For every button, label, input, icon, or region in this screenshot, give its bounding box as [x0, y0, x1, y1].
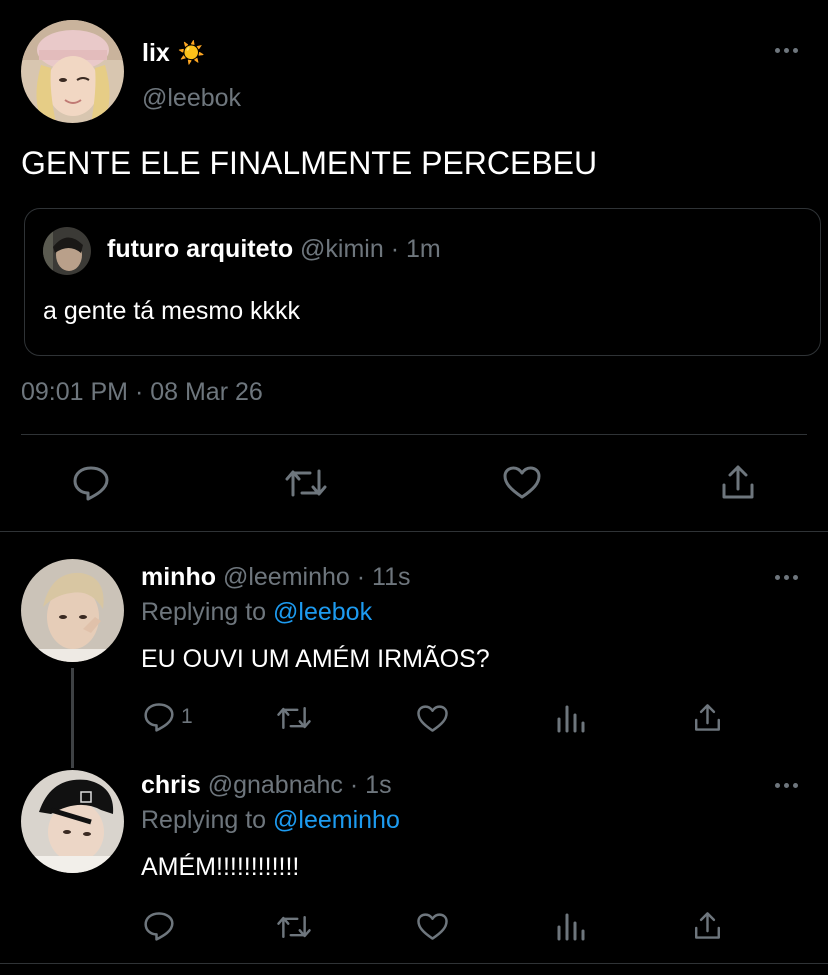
replying-to-handle[interactable]: @leeminho	[273, 806, 400, 834]
reply-icon[interactable]	[143, 702, 175, 732]
reply-text: AMÉM!!!!!!!!!!!!	[141, 853, 300, 881]
like-icon[interactable]	[502, 465, 542, 501]
author-handle[interactable]: @leeminho	[223, 563, 350, 591]
separator: ·	[390, 235, 400, 263]
share-icon[interactable]	[693, 910, 722, 941]
retweet-icon[interactable]	[276, 912, 312, 942]
divider	[21, 434, 807, 435]
quoted-author-name: futuro arquiteto	[107, 235, 294, 263]
quoted-text: a gente tá mesmo kkkk	[43, 297, 301, 325]
author-handle[interactable]: @leebok	[142, 84, 241, 113]
sun-emoji: ☀️	[177, 40, 206, 65]
retweet-icon[interactable]	[276, 703, 312, 733]
thread-line	[71, 668, 74, 768]
separator: ·	[349, 771, 359, 799]
quoted-time: 1m	[406, 235, 441, 263]
tweet-timestamp[interactable]: 09:01 PM · 08 Mar 26	[21, 378, 263, 407]
like-icon[interactable]	[416, 704, 449, 734]
author-name[interactable]: minho	[141, 563, 216, 591]
replying-to-handle[interactable]: @leebok	[273, 598, 372, 626]
avatar	[43, 227, 91, 275]
avatar[interactable]	[21, 770, 124, 873]
replying-to-label: Replying to	[141, 806, 267, 834]
reply-text: EU OUVI UM AMÉM IRMÃOS?	[141, 645, 490, 673]
share-icon[interactable]	[720, 463, 756, 501]
author-handle[interactable]: @gnabnahc	[208, 771, 343, 799]
replying-to-label: Replying to	[141, 598, 267, 626]
reply-icon[interactable]	[72, 465, 110, 501]
quoted-handle: @kimin	[300, 235, 384, 263]
reply-icon[interactable]	[143, 911, 175, 941]
author-name[interactable]: chris	[141, 771, 201, 799]
separator: ·	[356, 563, 366, 591]
more-options-icon[interactable]	[775, 783, 798, 788]
retweet-icon[interactable]	[284, 465, 328, 501]
analytics-icon[interactable]	[556, 703, 586, 733]
avatar[interactable]	[21, 20, 124, 123]
reply-time[interactable]: 1s	[365, 771, 391, 799]
more-options-icon[interactable]	[775, 48, 798, 53]
analytics-icon[interactable]	[556, 911, 586, 941]
share-icon[interactable]	[693, 702, 722, 733]
reply-count: 1	[181, 705, 193, 728]
avatar[interactable]	[21, 559, 124, 662]
divider	[0, 531, 828, 532]
reply-time[interactable]: 11s	[372, 563, 410, 591]
tweet-text: GENTE ELE FINALMENTE PERCEBEU	[21, 145, 598, 181]
author-name[interactable]: lix	[142, 39, 170, 68]
quoted-tweet[interactable]: futuro arquiteto @kimin · 1m a gente tá …	[24, 208, 821, 356]
divider	[0, 963, 828, 964]
like-icon[interactable]	[416, 912, 449, 942]
more-options-icon[interactable]	[775, 575, 798, 580]
